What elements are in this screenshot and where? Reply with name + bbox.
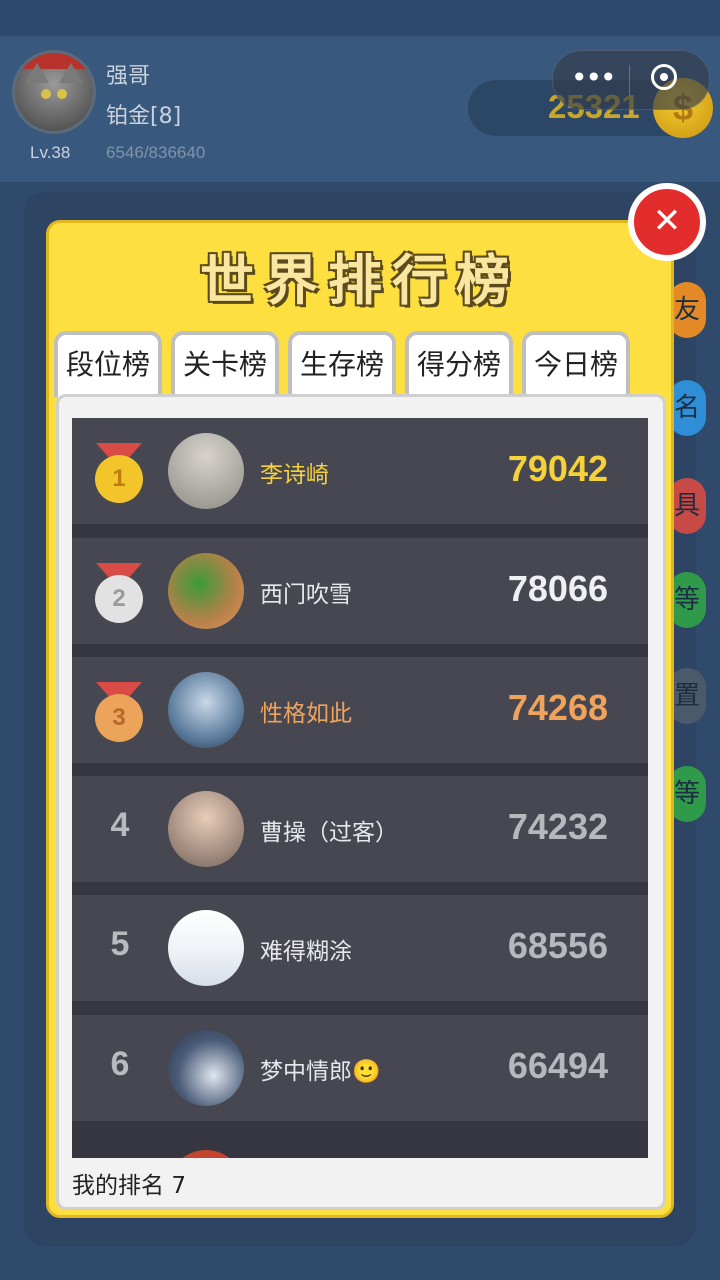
tab-rank-tier[interactable]: 段位榜: [54, 331, 162, 397]
player-score: 66494: [507, 1045, 608, 1086]
avatar: [168, 433, 244, 509]
tab-today[interactable]: 今日榜: [522, 331, 630, 397]
avatar: [168, 791, 244, 867]
player-name: 梦中情郎🙂: [260, 1059, 381, 1085]
player-score: 68556: [507, 925, 608, 966]
user-avatar[interactable]: [12, 50, 96, 134]
miniapp-capsule: •••: [552, 50, 710, 110]
player-score: 78066: [507, 568, 608, 609]
gold-medal-icon: 1: [90, 443, 148, 503]
player-name: 李诗崎: [260, 462, 329, 488]
rank-number: 4: [110, 806, 130, 844]
list-item[interactable]: 6 梦中情郎🙂 66494: [72, 1015, 648, 1121]
leaderboard-list[interactable]: 1 李诗崎 79042 2 西门吹雪 78066 3 性格如此 74268 4 …: [72, 418, 648, 1158]
player-score: 74268: [507, 687, 608, 728]
my-rank-label: 我的排名: [72, 1173, 164, 1199]
my-rank: 我的排名 7: [72, 1166, 186, 1200]
rank-number: 6: [110, 1045, 130, 1083]
user-level: Lv.38: [30, 143, 71, 162]
my-rank-value: 7: [171, 1173, 186, 1199]
player-score: 79042: [507, 448, 608, 489]
status-area: [0, 0, 720, 36]
user-name: 强哥: [106, 64, 151, 89]
avatar: [168, 1150, 244, 1158]
list-item[interactable]: 4 曹操（过客） 74232: [72, 776, 648, 882]
list-item[interactable]: 1 李诗崎 79042: [72, 418, 648, 524]
list-item[interactable]: 2 西门吹雪 78066: [72, 538, 648, 644]
avatar: [168, 910, 244, 986]
user-tier: 铂金[8]: [106, 104, 182, 129]
tab-score[interactable]: 得分榜: [405, 331, 513, 403]
avatar: [168, 1030, 244, 1106]
avatar: [168, 672, 244, 748]
more-icon[interactable]: •••: [571, 61, 617, 94]
tab-level[interactable]: 关卡榜: [171, 331, 279, 397]
bronze-medal-icon: 3: [90, 682, 148, 742]
user-exp: 6546/836640: [106, 143, 206, 162]
list-item[interactable]: 5 难得糊涂 68556: [72, 895, 648, 1001]
close-miniapp-icon[interactable]: [651, 64, 677, 90]
player-name: 难得糊涂: [260, 939, 352, 965]
list-item[interactable]: 3 性格如此 74268: [72, 657, 648, 763]
modal-title: 世界排行榜: [200, 249, 520, 312]
tab-survival[interactable]: 生存榜: [288, 331, 396, 397]
close-button[interactable]: ✕: [628, 183, 706, 261]
player-name: 曹操（过客）: [260, 820, 398, 846]
player-name: 西门吹雪: [260, 582, 352, 608]
avatar: [168, 553, 244, 629]
silver-medal-icon: 2: [90, 563, 148, 623]
player-name: 性格如此: [260, 701, 352, 727]
player-score: 74232: [507, 806, 608, 847]
rank-number: 5: [110, 925, 130, 963]
